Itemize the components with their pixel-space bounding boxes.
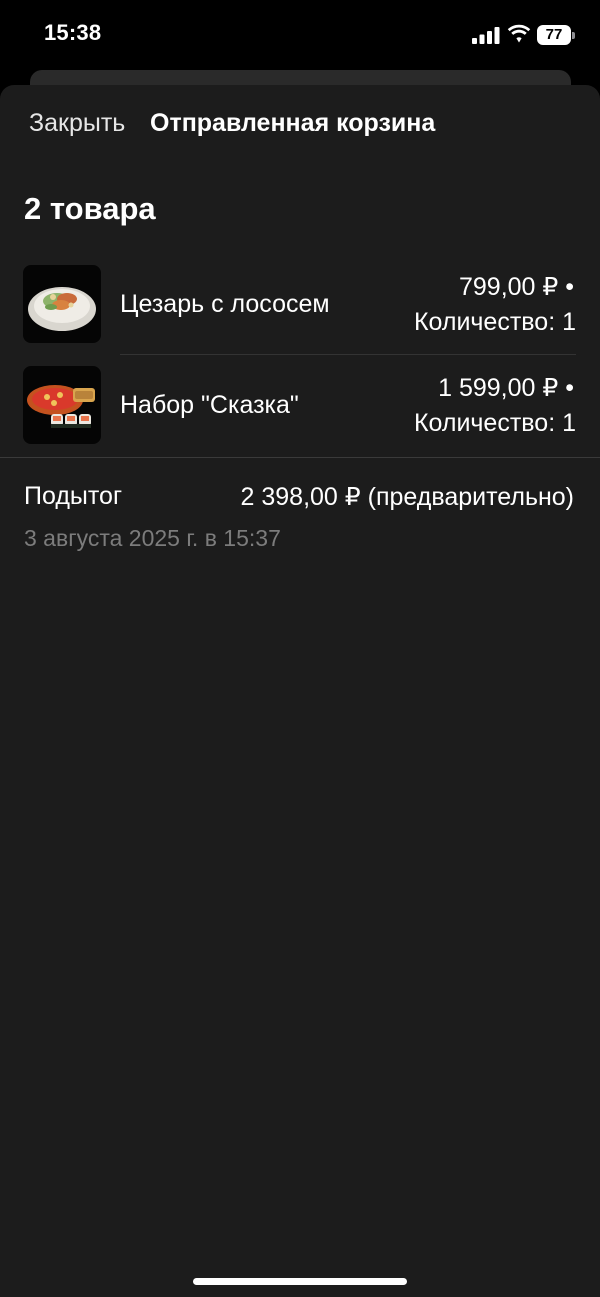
item-quantity: Количество: 1: [413, 308, 576, 336]
item-name: Цезарь с лососем: [120, 290, 330, 318]
nav-bar: Закрыть Отправленная корзина: [0, 85, 600, 165]
item-quantity: Количество: 1: [413, 409, 576, 437]
battery-tip: [572, 32, 575, 39]
close-button[interactable]: Закрыть: [29, 109, 125, 138]
wifi-icon: [507, 24, 531, 43]
battery-icon: 77: [537, 25, 575, 45]
page-title: Отправленная корзина: [150, 109, 436, 137]
signal-icon: [472, 27, 500, 44]
cart-item[interactable]: Набор "Сказка" 1 599,00 ₽ • Количество: …: [0, 366, 600, 466]
subtotal-value: 2 398,00 ₽ (предварительно): [240, 483, 574, 511]
screen: 15:38 77 Закрыть Отправленная корзина 2 …: [0, 0, 600, 1297]
status-time: 15:38: [44, 20, 102, 45]
battery-level: 77: [537, 25, 571, 45]
item-price: 1 599,00 ₽ •: [438, 374, 574, 402]
order-date: 3 августа 2025 г. в 15:37: [24, 525, 281, 551]
section-divider: [0, 457, 600, 458]
cart-item[interactable]: Цезарь с лососем 799,00 ₽ • Количество: …: [0, 265, 600, 365]
sent-cart-sheet: Закрыть Отправленная корзина 2 товара Це…: [0, 85, 600, 1297]
caesar-salad-image: [23, 265, 101, 343]
item-price: 799,00 ₽ •: [458, 273, 574, 301]
item-divider: [120, 354, 576, 355]
subtotal-label: Подытог: [24, 482, 123, 510]
item-name: Набор "Сказка": [120, 391, 299, 419]
home-indicator[interactable]: [193, 1278, 407, 1285]
pizza-sushi-set-image: [23, 366, 101, 444]
status-bar: 15:38 77: [0, 0, 600, 70]
items-count-heading: 2 товара: [24, 191, 156, 226]
